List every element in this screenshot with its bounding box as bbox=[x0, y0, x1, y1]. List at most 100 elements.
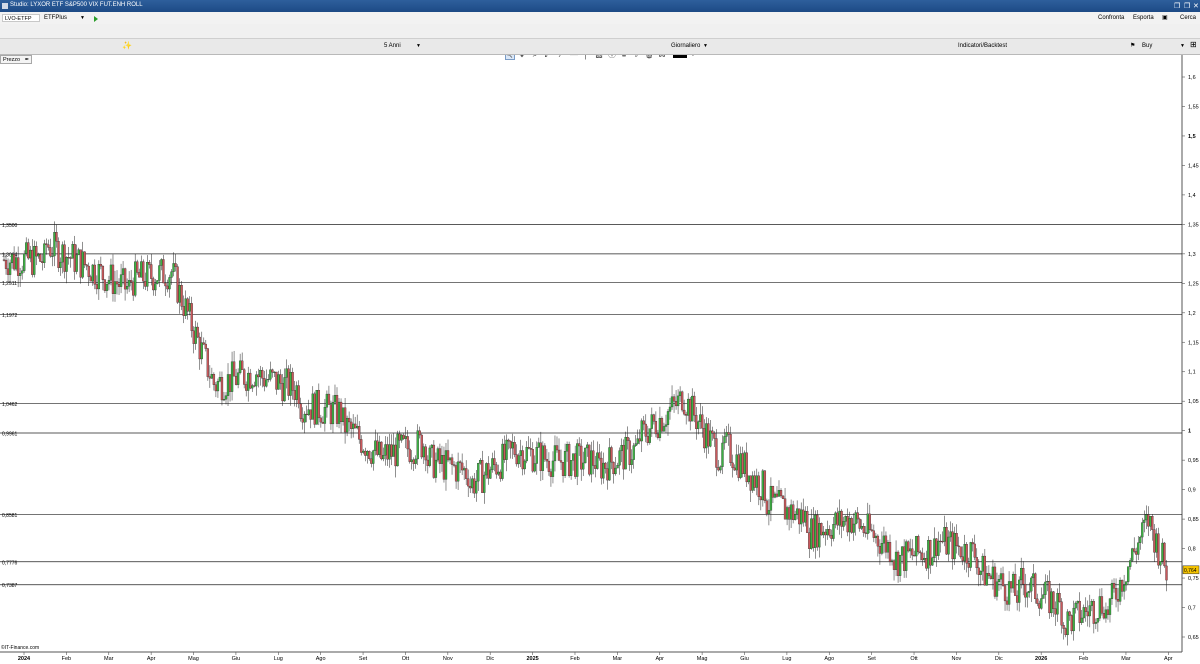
candle-body bbox=[953, 533, 956, 560]
candle-body bbox=[200, 342, 203, 360]
candle-body bbox=[23, 253, 26, 271]
candle-body bbox=[862, 526, 865, 533]
candle-body bbox=[400, 434, 403, 441]
candle-body bbox=[485, 463, 488, 476]
add-panel-icon[interactable]: ⊞ bbox=[1190, 41, 1197, 49]
chart-svg[interactable]: 1,6 1,55 1,5 1,45 1,4 1,35 1,3 1,25 1,2 1,15 1,1 1,… bbox=[0, 55, 1200, 662]
candle-body bbox=[604, 462, 607, 469]
close-icon[interactable]: ✕ bbox=[1193, 2, 1199, 10]
period-select[interactable]: 5 Anni bbox=[384, 42, 401, 50]
last-price-label: 0,764 bbox=[1184, 568, 1197, 574]
candle-body bbox=[929, 540, 932, 566]
candle-body bbox=[983, 555, 987, 586]
interval-select[interactable]: Giornaliero bbox=[671, 42, 700, 50]
candle-body bbox=[362, 450, 365, 453]
candle-body bbox=[648, 428, 651, 443]
candle-body bbox=[743, 452, 746, 474]
candle-body bbox=[900, 546, 904, 556]
candle-body bbox=[424, 446, 427, 461]
candle-body bbox=[1048, 581, 1051, 614]
candle-body bbox=[668, 406, 672, 412]
candle-body bbox=[610, 447, 613, 463]
candle-body bbox=[646, 436, 649, 443]
candle-body bbox=[398, 433, 401, 441]
candle-body bbox=[31, 249, 34, 275]
candle-body bbox=[438, 448, 442, 464]
candle-body bbox=[458, 461, 462, 464]
candle-body bbox=[975, 557, 978, 569]
candle-body bbox=[460, 462, 464, 471]
candle-body bbox=[658, 418, 662, 438]
candle-body bbox=[1112, 582, 1116, 589]
level-label: 1,0462 bbox=[2, 402, 18, 408]
candle-body bbox=[1108, 598, 1112, 615]
search-button[interactable]: Cerca bbox=[1180, 14, 1196, 22]
candle-body bbox=[1040, 598, 1043, 609]
candle-body bbox=[420, 434, 423, 458]
candle-body bbox=[886, 542, 890, 553]
candle-body bbox=[650, 414, 653, 429]
candle-body bbox=[685, 414, 688, 416]
candle-body bbox=[450, 457, 454, 465]
candle-body bbox=[1118, 579, 1122, 602]
candle-body bbox=[1135, 551, 1138, 555]
symbol-field[interactable]: LVO-ETFP bbox=[2, 14, 40, 22]
panel-settings-icon[interactable]: ✒ bbox=[25, 57, 30, 63]
candle-body bbox=[1074, 602, 1077, 609]
candle-body bbox=[406, 436, 409, 450]
candle-body bbox=[301, 418, 304, 423]
compare-button[interactable]: Confronta bbox=[1098, 14, 1124, 22]
candle-body bbox=[2, 259, 6, 261]
candle-body bbox=[297, 385, 300, 405]
interval-dropdown-icon[interactable]: ▼ bbox=[703, 42, 708, 50]
restore-icon[interactable]: ❐ bbox=[1174, 2, 1180, 10]
candle-body bbox=[751, 475, 754, 491]
candle-body bbox=[337, 401, 341, 424]
wizard-icon[interactable]: ✨ bbox=[122, 42, 132, 50]
restore-alt-icon[interactable]: ❐ bbox=[1184, 2, 1190, 10]
candle-body bbox=[989, 575, 993, 579]
candle-body bbox=[636, 438, 639, 444]
candle-body bbox=[142, 261, 145, 282]
signal-select[interactable]: Buy bbox=[1142, 42, 1152, 50]
candle-body bbox=[263, 378, 266, 387]
play-icon[interactable] bbox=[94, 16, 98, 22]
candle-body bbox=[1110, 582, 1114, 599]
product-select[interactable]: ETFPlus bbox=[44, 14, 67, 22]
period-dropdown-icon[interactable]: ▼ bbox=[416, 42, 421, 50]
candle-body bbox=[341, 407, 345, 423]
candle-body bbox=[1114, 588, 1118, 600]
candle-body bbox=[214, 384, 218, 392]
candle-body bbox=[557, 449, 561, 461]
save-icon[interactable]: ▣ bbox=[1162, 14, 1168, 22]
candle-body bbox=[941, 541, 944, 543]
candle-body bbox=[154, 283, 157, 291]
candle-body bbox=[333, 394, 337, 403]
x-tick-label: Ago bbox=[824, 656, 834, 662]
signal-icon[interactable]: ⚑ bbox=[1130, 42, 1135, 50]
candle-body bbox=[1096, 618, 1100, 623]
y-tick-label: 1,3 bbox=[1188, 252, 1196, 258]
candle-body bbox=[731, 462, 734, 469]
indicators-button[interactable]: Indicatori/Backtest bbox=[958, 42, 1007, 50]
candle-body bbox=[832, 524, 835, 539]
candle-body bbox=[1007, 581, 1011, 605]
panel-label-text: Prezzo bbox=[3, 57, 21, 63]
candle-body bbox=[1070, 615, 1073, 632]
candle-body bbox=[580, 445, 583, 470]
candle-body bbox=[354, 423, 357, 429]
candle-body bbox=[763, 470, 767, 501]
signal-dropdown-icon[interactable]: ▼ bbox=[1180, 42, 1185, 50]
candle-body bbox=[434, 459, 438, 478]
candle-body bbox=[18, 272, 22, 276]
candle-body bbox=[812, 518, 815, 548]
export-button[interactable]: Esporta bbox=[1133, 14, 1154, 22]
candle-body bbox=[374, 440, 377, 451]
candle-body bbox=[190, 303, 193, 331]
product-dropdown-icon[interactable]: ▼ bbox=[80, 14, 85, 22]
candle-body bbox=[426, 459, 429, 466]
candle-body bbox=[1131, 548, 1134, 561]
candle-body bbox=[27, 242, 30, 259]
candle-body bbox=[576, 443, 579, 477]
price-chart[interactable]: 1,6 1,55 1,5 1,45 1,4 1,35 1,3 1,25 1,2 1,15 1,1 1,… bbox=[0, 55, 1200, 662]
